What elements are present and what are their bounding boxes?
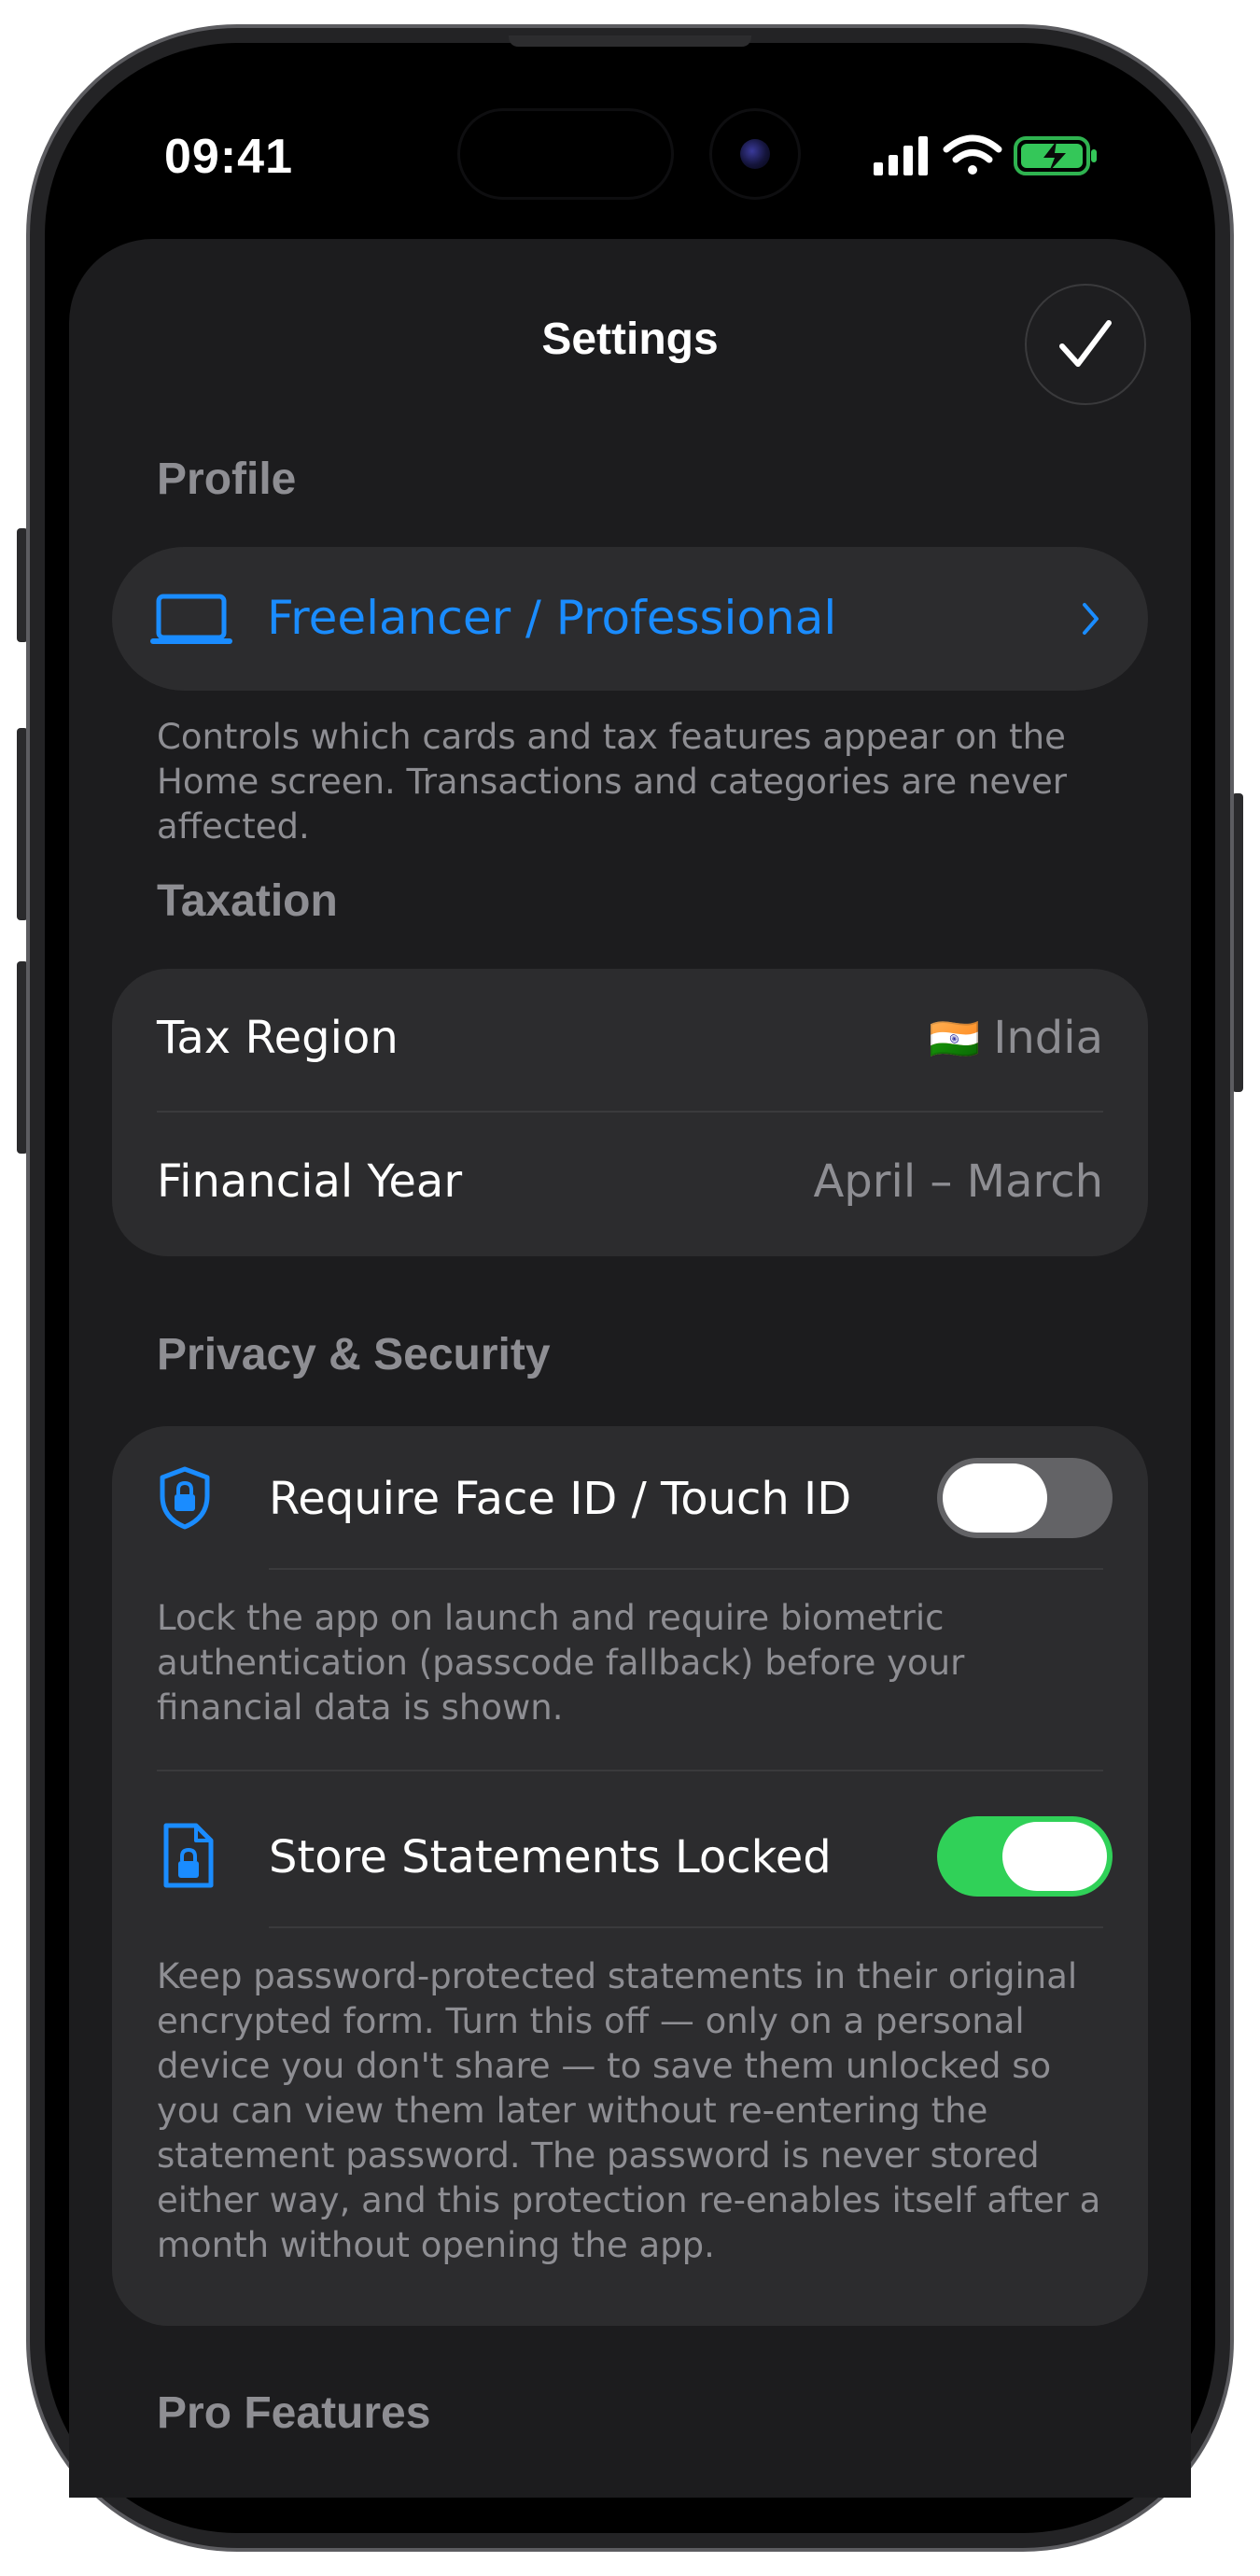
device-top-notch — [509, 35, 751, 47]
profile-selected-value: Freelancer / Professional — [267, 591, 837, 645]
battery-charging-icon — [1014, 136, 1097, 175]
toggle-knob — [943, 1463, 1047, 1533]
financial-year-label: Financial Year — [157, 1155, 463, 1208]
wifi-icon — [943, 134, 1002, 175]
tax-region-label: Tax Region — [157, 1012, 399, 1064]
profile-selector-row[interactable]: Freelancer / Professional — [112, 547, 1148, 691]
financial-year-row[interactable]: Financial Year April – March — [112, 1113, 1148, 1256]
chevron-right-icon — [1083, 603, 1099, 635]
face-id-description: Lock the app on launch and require biome… — [157, 1598, 965, 1728]
india-flag-icon: 🇮🇳 — [929, 1015, 981, 1063]
shield-lock-icon — [160, 1466, 210, 1530]
row-divider — [269, 1568, 1103, 1570]
document-lock-icon — [163, 1823, 214, 1888]
face-id-label: Require Face ID / Touch ID — [269, 1473, 852, 1525]
store-locked-description: Keep password-protected statements in th… — [157, 1956, 1101, 2265]
status-icons — [874, 134, 1097, 175]
checkmark-icon — [1059, 320, 1112, 367]
taxation-section-header: Taxation — [157, 876, 338, 926]
store-locked-label: Store Statements Locked — [269, 1831, 832, 1883]
tax-region-value-text: India — [993, 1012, 1103, 1064]
laptop-icon — [150, 594, 232, 644]
camera-lens — [740, 139, 770, 169]
privacy-card: Require Face ID / Touch ID Lock the app … — [112, 1426, 1148, 2326]
financial-year-value: April – March — [813, 1155, 1103, 1208]
pro-features-section-header: Pro Features — [157, 2388, 431, 2438]
tax-region-row[interactable]: Tax Region 🇮🇳 India — [112, 969, 1148, 1111]
cellular-signal-icon — [874, 136, 928, 175]
row-divider — [269, 1926, 1103, 1928]
toggle-knob — [1002, 1822, 1107, 1891]
store-locked-toggle[interactable] — [937, 1816, 1113, 1897]
face-id-toggle[interactable] — [937, 1458, 1113, 1538]
profile-section-header: Profile — [157, 455, 297, 504]
settings-sheet: Settings Profile Freelancer / Profession… — [69, 239, 1191, 2498]
row-divider — [157, 1770, 1103, 1771]
privacy-section-header: Privacy & Security — [157, 1330, 551, 1379]
front-camera — [709, 108, 801, 200]
done-button[interactable] — [1025, 284, 1146, 405]
tax-region-value: 🇮🇳 India — [730, 1012, 1103, 1064]
dynamic-island — [457, 108, 674, 200]
taxation-card: Tax Region 🇮🇳 India Financial Year April … — [112, 969, 1148, 1256]
status-time: 09:41 — [164, 130, 293, 184]
profile-footnote: Controls which cards and tax features ap… — [157, 717, 1068, 847]
sheet-title: Settings — [541, 315, 719, 364]
